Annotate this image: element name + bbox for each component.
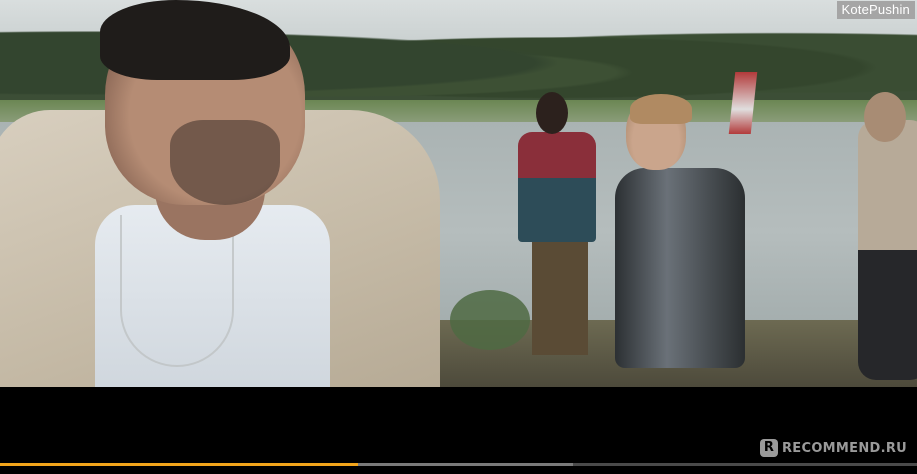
video-player[interactable]: KotePushin R RECOMMEND.RU bbox=[0, 0, 917, 474]
progress-played bbox=[0, 463, 358, 466]
recommend-logo-icon: R bbox=[759, 439, 778, 457]
progress-bar[interactable] bbox=[0, 463, 917, 466]
username-watermark: KotePushin bbox=[836, 1, 915, 19]
bush bbox=[450, 290, 530, 350]
person-right-body bbox=[858, 120, 917, 380]
recommend-watermark: R RECOMMEND.RU bbox=[759, 439, 907, 457]
person-background-body bbox=[518, 132, 596, 242]
recommend-logo-text: RECOMMEND.RU bbox=[781, 440, 907, 456]
woman-hair bbox=[630, 94, 692, 124]
video-frame[interactable] bbox=[0, 0, 917, 387]
person-background-head bbox=[536, 92, 568, 134]
player-controls: R RECOMMEND.RU bbox=[0, 387, 917, 474]
man-beard bbox=[170, 120, 280, 205]
person-right-head bbox=[864, 92, 906, 142]
person-background-legs bbox=[532, 240, 588, 355]
woman-body bbox=[615, 168, 745, 368]
